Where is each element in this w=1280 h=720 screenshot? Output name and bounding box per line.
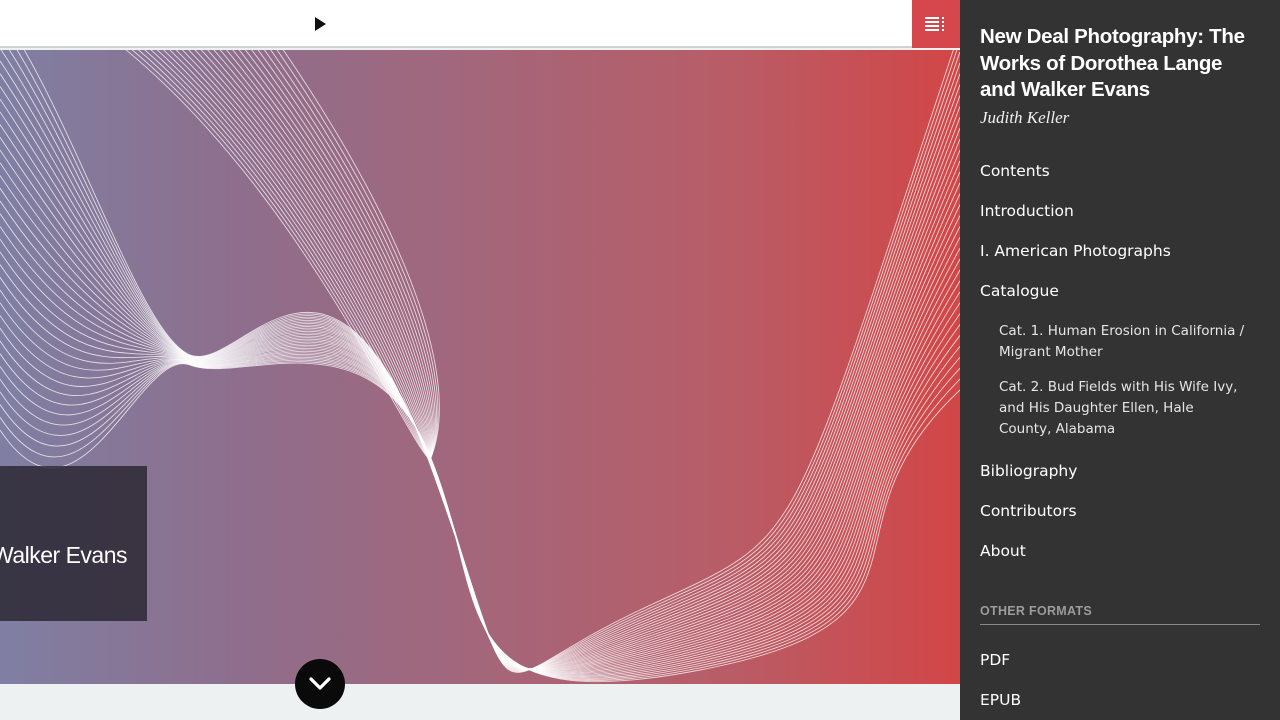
toc-item-about[interactable]: About — [980, 542, 1026, 560]
scroll-down-button[interactable] — [295, 659, 345, 709]
play-icon — [315, 17, 326, 31]
toc-item-contents[interactable]: Contents — [980, 162, 1050, 180]
toc-item-bibliography[interactable]: Bibliography — [980, 462, 1077, 480]
toc-item-american-photographs[interactable]: I. American Photographs — [980, 242, 1171, 260]
publication-title[interactable]: New Deal Photography: The Works of Dorot… — [980, 24, 1260, 104]
cover-title-card: l Walker Evans — [0, 466, 147, 621]
top-navbar — [0, 0, 960, 48]
toc-item-catalogue[interactable]: Catalogue — [980, 282, 1059, 300]
hero-cover: l Walker Evans — [0, 50, 960, 684]
toc-subitem-cat-1[interactable]: Cat. 1. Human Erosion in California / Mi… — [999, 321, 1249, 363]
format-link-pdf[interactable]: PDF — [980, 651, 1010, 669]
toc-subitem-cat-2[interactable]: Cat. 2. Bud Fields with His Wife Ivy, an… — [999, 377, 1249, 440]
format-link-epub[interactable]: EPUB — [980, 691, 1021, 709]
play-button[interactable] — [308, 12, 332, 36]
menu-button[interactable] — [912, 0, 960, 48]
table-of-contents-sidebar: New Deal Photography: The Works of Dorot… — [960, 0, 1280, 720]
menu-list-icon — [925, 17, 944, 31]
other-formats-heading: OTHER FORMATS — [980, 604, 1260, 625]
cover-title-text: l Walker Evans — [0, 542, 127, 568]
toc-item-introduction[interactable]: Introduction — [980, 202, 1074, 220]
publication-author: Judith Keller — [980, 107, 1070, 127]
chevron-down-icon — [309, 677, 331, 690]
content-strip — [0, 684, 960, 720]
toc-item-contributors[interactable]: Contributors — [980, 502, 1077, 520]
